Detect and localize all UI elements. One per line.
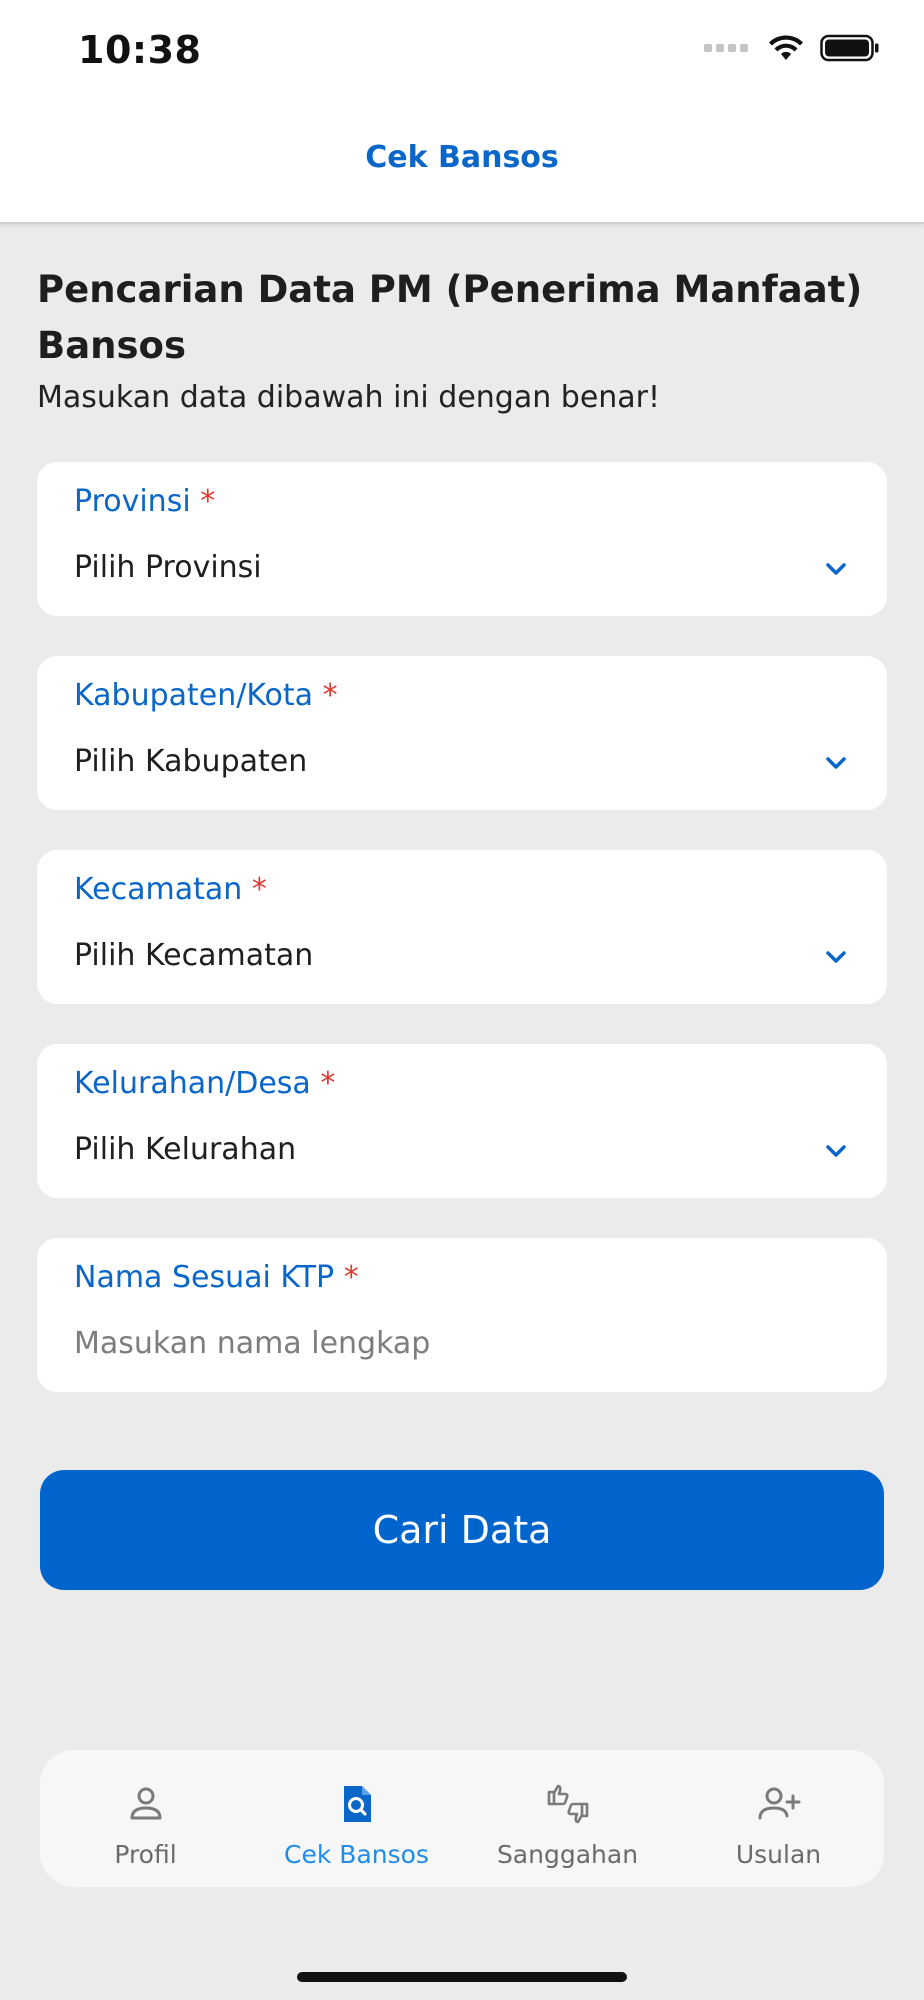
nama-ktp-field[interactable]: Nama Sesuai KTP * Masukan nama lengkap <box>37 1238 887 1392</box>
navigation-header: Cek Bansos <box>0 102 924 224</box>
tab-cek-bansos[interactable]: Cek Bansos <box>251 1750 462 1887</box>
page-title: Cek Bansos <box>365 140 559 175</box>
cellular-signal-icon <box>704 44 748 52</box>
tab-label: Usulan <box>735 1840 822 1869</box>
provinsi-select[interactable]: Provinsi * Pilih Provinsi <box>37 462 887 616</box>
kecamatan-select[interactable]: Kecamatan * Pilih Kecamatan <box>37 850 887 1004</box>
kabupaten-label: Kabupaten/Kota * <box>74 678 338 713</box>
status-bar: 10:38 <box>0 0 924 102</box>
tab-label: Sanggahan <box>496 1840 639 1869</box>
search-document-icon <box>343 1786 371 1822</box>
provinsi-value: Pilih Provinsi <box>74 550 262 585</box>
required-marker: * <box>343 1260 359 1295</box>
cek-bansos-screen: 10:38 Cek Bansos Pencarian Data PM (Pene… <box>0 0 924 2000</box>
bottom-tab-bar: Profil Cek Bansos Sanggahan Usulan <box>40 1750 884 1887</box>
home-indicator <box>297 1972 627 1982</box>
tab-profil[interactable]: Profil <box>40 1750 251 1887</box>
required-marker: * <box>320 1066 336 1101</box>
kelurahan-select[interactable]: Kelurahan/Desa * Pilih Kelurahan <box>37 1044 887 1198</box>
add-user-icon <box>758 1787 800 1820</box>
nama-ktp-label: Nama Sesuai KTP * <box>74 1260 359 1295</box>
kabupaten-value: Pilih Kabupaten <box>74 744 308 779</box>
tab-sanggahan[interactable]: Sanggahan <box>462 1750 673 1887</box>
form-heading: Pencarian Data PM (Penerima Manfaat) Ban… <box>37 268 863 367</box>
battery-icon <box>820 34 879 62</box>
status-icons <box>704 34 880 62</box>
status-time: 10:38 <box>78 28 202 72</box>
chevron-down-icon <box>826 1145 846 1157</box>
wifi-icon <box>769 35 803 60</box>
chevron-down-icon <box>826 951 846 963</box>
tab-label: Profil <box>114 1840 177 1869</box>
kecamatan-label: Kecamatan * <box>74 872 267 907</box>
kelurahan-value: Pilih Kelurahan <box>74 1132 297 1167</box>
tab-usulan[interactable]: Usulan <box>673 1750 884 1887</box>
nama-ktp-input[interactable]: Masukan nama lengkap <box>74 1326 430 1361</box>
provinsi-label: Provinsi * <box>74 484 216 519</box>
chevron-down-icon <box>826 757 846 769</box>
required-marker: * <box>251 872 267 907</box>
form-intro: Pencarian Data PM (Penerima Manfaat) Ban… <box>37 262 887 418</box>
kelurahan-label: Kelurahan/Desa * <box>74 1066 336 1101</box>
user-icon <box>130 1787 161 1820</box>
tab-label: Cek Bansos <box>284 1840 429 1869</box>
form-subheading: Masukan data dibawah ini dengan benar! <box>37 380 661 415</box>
kabupaten-select[interactable]: Kabupaten/Kota * Pilih Kabupaten <box>37 656 887 810</box>
kecamatan-value: Pilih Kecamatan <box>74 938 314 973</box>
thumbs-up-down-icon <box>547 1784 588 1824</box>
chevron-down-icon <box>826 563 846 575</box>
cari-data-button[interactable]: Cari Data <box>40 1470 884 1590</box>
required-marker: * <box>322 678 338 713</box>
required-marker: * <box>200 484 216 519</box>
